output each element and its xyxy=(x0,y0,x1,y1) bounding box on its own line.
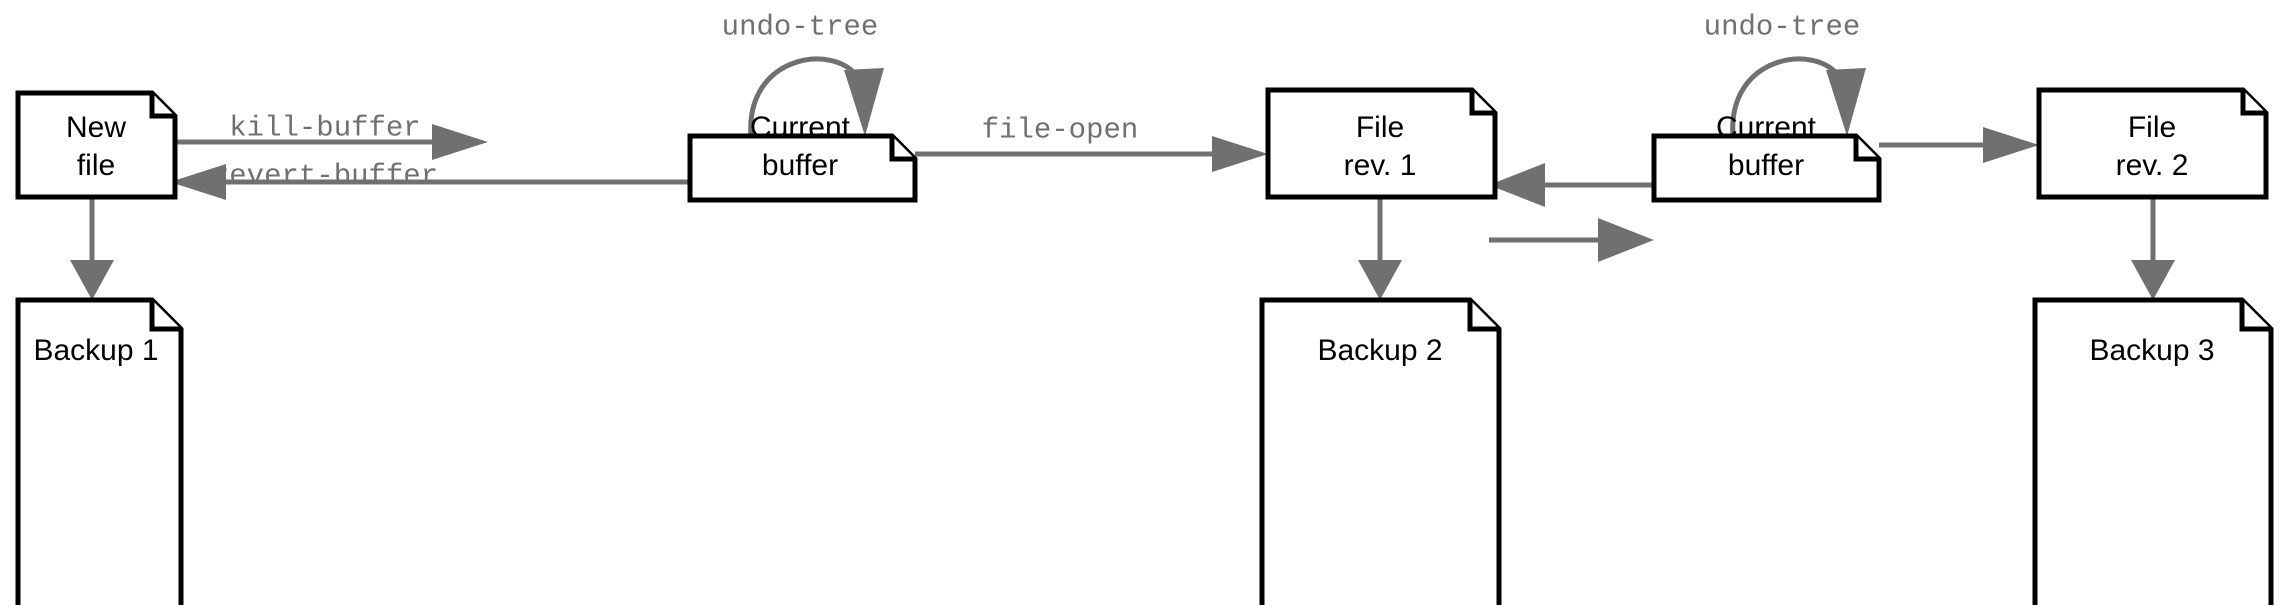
edge-kill-buffer[interactable]: kill-buffer xyxy=(175,112,488,160)
node-current-buffer-2-label-line1: Current xyxy=(1716,111,1817,144)
diagram-canvas: kill-buffer revert-buffer undo-tree file… xyxy=(0,0,2289,605)
node-new-file[interactable]: New file xyxy=(15,90,178,200)
node-file-rev-1[interactable]: File rev. 1 xyxy=(1265,87,1498,200)
edge-rev1-backup2[interactable] xyxy=(1358,197,1402,300)
edge-newfile-backup1-arrowhead xyxy=(70,260,114,300)
node-backup-2-label: Backup 2 xyxy=(1317,334,1442,367)
node-new-file-label-line2: file xyxy=(77,149,115,182)
node-backup-3[interactable]: Backup 3 xyxy=(2032,297,2274,605)
edge-rev2-backup3[interactable] xyxy=(2131,197,2175,300)
node-current-buffer-2-label-line2: buffer xyxy=(1728,149,1804,182)
edge-rev2-backup3-arrowhead xyxy=(2131,260,2175,300)
node-new-file-label-line1: New xyxy=(66,111,126,144)
node-current-buffer-1[interactable]: Current buffer xyxy=(687,111,918,203)
node-file-rev-2[interactable]: File rev. 2 xyxy=(2036,87,2269,200)
node-file-rev-1-label-line2: rev. 1 xyxy=(1344,149,1417,182)
edge-kill-buffer-label: kill-buffer xyxy=(229,112,420,145)
edge-rev1-backup2-arrowhead xyxy=(1358,260,1402,300)
edge-rev1-to-cb2-arrowhead xyxy=(1598,218,1654,262)
node-backup-1-label: Backup 1 xyxy=(33,334,158,367)
edge-revert-buffer[interactable]: revert-buffer xyxy=(170,160,690,200)
node-current-buffer-1-label-line1: Current xyxy=(750,111,851,144)
edge-newfile-backup1[interactable] xyxy=(70,197,114,300)
flow-diagram: kill-buffer revert-buffer undo-tree file… xyxy=(15,11,2274,605)
node-file-rev-2-label-line2: rev. 2 xyxy=(2116,149,2189,182)
edge-revert-buffer-label: revert-buffer xyxy=(212,160,438,193)
node-new-file-fold-icon xyxy=(149,93,175,119)
node-backup-2[interactable]: Backup 2 xyxy=(1259,297,1502,605)
edge-file-open-label: file-open xyxy=(982,114,1139,147)
node-file-rev-1-label-line1: File xyxy=(1356,111,1404,144)
edge-cb2-to-rev2[interactable] xyxy=(1879,127,2039,163)
edge-undo-tree-2-arrowhead xyxy=(1826,68,1866,136)
edge-kill-buffer-arrowhead xyxy=(432,124,488,160)
edge-file-open[interactable]: file-open xyxy=(915,114,1268,172)
node-file-rev-2-label-line1: File xyxy=(2128,111,2176,144)
node-current-buffer-1-label-line2: buffer xyxy=(762,149,838,182)
edge-file-open-arrowhead xyxy=(1212,136,1268,172)
edge-cb2-to-rev2-arrowhead xyxy=(1983,127,2039,163)
node-backup-1[interactable]: Backup 1 xyxy=(15,297,184,605)
node-backup-1-fold-icon xyxy=(149,300,181,332)
edge-rev1-to-cb2[interactable] xyxy=(1489,218,1654,262)
edge-undo-tree-2-label: undo-tree xyxy=(1704,11,1861,44)
edge-undo-tree-1-label: undo-tree xyxy=(722,11,879,44)
edge-cb2-to-rev1[interactable] xyxy=(1489,163,1654,207)
node-backup-3-label: Backup 3 xyxy=(2089,334,2214,367)
